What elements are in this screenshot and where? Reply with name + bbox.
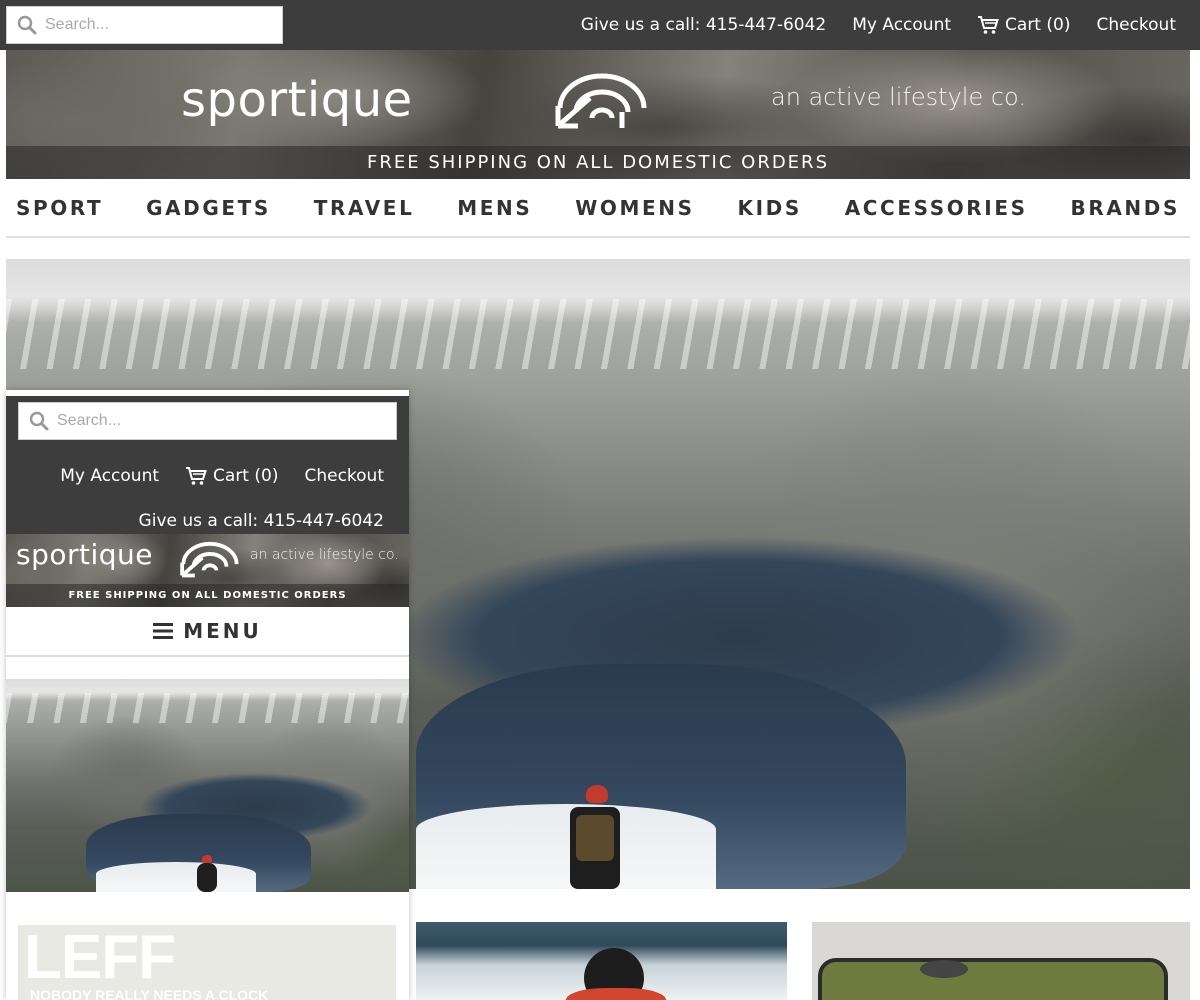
cliff-ledge — [96, 862, 256, 892]
hiker-figure — [202, 855, 212, 863]
tile-headline: LEFF — [24, 925, 176, 992]
snow-texture — [6, 299, 1190, 369]
nav-item-womens[interactable]: WOMENS — [575, 196, 694, 220]
brand-emblem-icon — [180, 541, 239, 578]
contact-phone: Give us a call: 415-447-6042 — [580, 15, 827, 35]
mobile-brand-tagline: an active lifestyle co. — [250, 547, 399, 563]
mobile-search-input[interactable] — [57, 412, 386, 430]
mobile-my-account-link[interactable]: My Account — [60, 466, 159, 486]
nav-item-travel[interactable]: TRAVEL — [314, 196, 415, 220]
mobile-shipping-banner: FREE SHIPPING ON ALL DOMESTIC ORDERS — [6, 584, 409, 607]
menu-label: MENU — [183, 619, 262, 643]
cart-icon — [978, 16, 999, 34]
mobile-contact-phone: Give us a call: 415-447-6042 — [138, 511, 384, 531]
shipping-text: FREE SHIPPING ON ALL DOMESTIC ORDERS — [367, 152, 829, 173]
cart-icon — [186, 467, 207, 485]
cart-label: Cart (0) — [1005, 15, 1071, 35]
tile-bag — [818, 958, 1168, 1000]
shipping-banner: FREE SHIPPING ON ALL DOMESTIC ORDERS — [6, 146, 1190, 179]
brand-emblem-icon — [555, 73, 647, 129]
mobile-search-box[interactable] — [18, 402, 397, 440]
my-account-link[interactable]: My Account — [852, 15, 951, 35]
tile-hiker-jacket — [566, 988, 666, 1000]
mobile-shipping-text: FREE SHIPPING ON ALL DOMESTIC ORDERS — [68, 590, 347, 601]
search-input[interactable] — [45, 16, 272, 34]
hiker-backpack — [576, 815, 614, 861]
brand-logo[interactable]: sportique — [181, 72, 413, 128]
mobile-cart-label: Cart (0) — [213, 466, 279, 486]
category-nav: SPORT GADGETS TRAVEL MENS WOMENS KIDS AC… — [6, 179, 1190, 238]
search-box[interactable] — [6, 6, 283, 44]
cart-link[interactable]: Cart (0) — [977, 15, 1070, 35]
hiker-figure — [586, 785, 608, 803]
nav-item-brands[interactable]: BRANDS — [1070, 196, 1179, 220]
mobile-checkout-link[interactable]: Checkout — [304, 466, 384, 486]
mobile-cart-link[interactable]: Cart (0) — [185, 466, 278, 486]
nav-item-gadgets[interactable]: GADGETS — [146, 196, 271, 220]
mobile-brand-logo[interactable]: sportique — [16, 538, 153, 571]
nav-item-accessories[interactable]: ACCESSORIES — [845, 196, 1028, 220]
mobile-utility-nav: My Account Cart (0) Checkout — [60, 466, 384, 486]
product-tile-hiker[interactable] — [416, 922, 787, 1000]
mobile-preview: My Account Cart (0) Checkout Give us a c… — [6, 390, 409, 1000]
checkout-link[interactable]: Checkout — [1096, 15, 1176, 35]
mobile-brand-banner: sportique an active lifestyle co. FREE S… — [6, 534, 409, 607]
hiker-body — [197, 863, 217, 892]
product-tile-bag[interactable] — [812, 922, 1190, 1000]
brand-banner: sportique an active lifestyle co. FREE S… — [6, 50, 1190, 179]
tile-sunglasses-icon — [920, 960, 968, 978]
nav-item-mens[interactable]: MENS — [457, 196, 532, 220]
brand-tagline: an active lifestyle co. — [771, 83, 1026, 111]
hamburger-icon — [153, 623, 174, 639]
nav-item-sport[interactable]: SPORT — [16, 196, 103, 220]
snow-texture — [6, 693, 409, 723]
search-icon — [17, 15, 37, 35]
nav-item-kids[interactable]: KIDS — [737, 196, 801, 220]
tile-subline: NOBODY REALLY NEEDS A CLOCK — [30, 987, 269, 1000]
utility-nav: Give us a call: 415-447-6042 My Account … — [581, 0, 1176, 50]
mobile-hero-image[interactable] — [6, 679, 409, 892]
search-icon — [29, 411, 49, 431]
mobile-menu-button[interactable]: MENU — [6, 607, 409, 657]
top-bar: Give us a call: 415-447-6042 My Account … — [0, 0, 1200, 50]
mobile-top-bar: My Account Cart (0) Checkout Give us a c… — [6, 396, 409, 540]
cliff-ledge — [416, 804, 716, 889]
product-tile-clock[interactable]: LEFF NOBODY REALLY NEEDS A CLOCK — [18, 925, 396, 1000]
